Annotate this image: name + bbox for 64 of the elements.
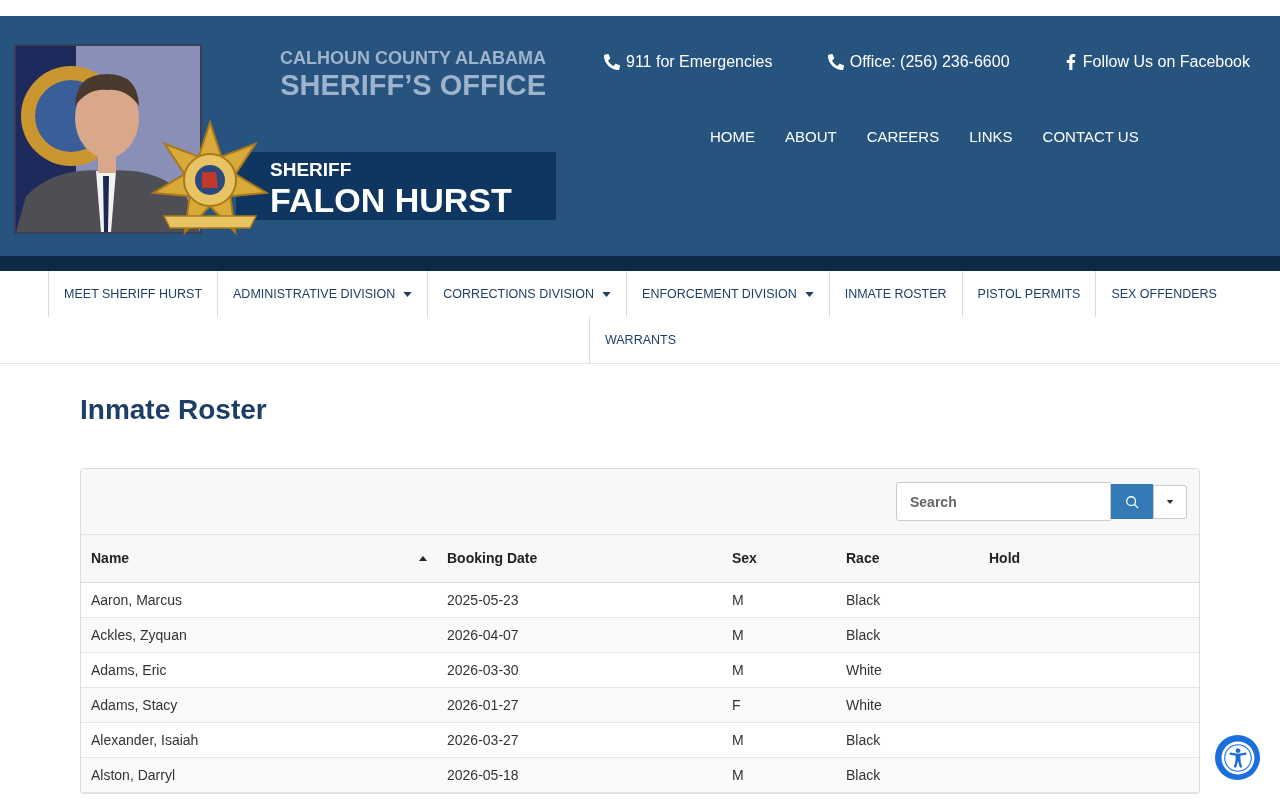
table-cell: M xyxy=(732,732,744,748)
accessibility-button[interactable] xyxy=(1215,735,1260,780)
table-cell: Adams, Stacy xyxy=(91,697,178,713)
main-nav-tab[interactable]: ADMINISTRATIVE DIVISION xyxy=(217,271,428,317)
accessibility-icon xyxy=(1220,740,1255,775)
table-cell: M xyxy=(732,627,744,643)
facebook-link[interactable]: Follow Us on Facebook xyxy=(1064,50,1250,74)
county-title: CALHOUN COUNTY ALABAMA xyxy=(280,48,546,68)
main-nav-tab[interactable]: INMATE ROSTER xyxy=(828,271,962,317)
phone-link[interactable]: Office: (256) 236-6600 xyxy=(827,50,1010,74)
sort-up-icon xyxy=(419,556,427,561)
caret-icon xyxy=(602,291,612,297)
search-button[interactable] xyxy=(1111,484,1153,519)
caret-icon xyxy=(804,291,814,297)
top-nav-link[interactable]: CAREERS xyxy=(866,126,940,149)
table-cell: 2026-03-30 xyxy=(447,662,519,678)
sheriff-name: FALON HURST xyxy=(270,180,512,220)
table-cell: M xyxy=(732,592,744,608)
table-cell: Black xyxy=(846,592,881,608)
phone-icon xyxy=(827,54,844,70)
column-header[interactable]: Booking Date xyxy=(437,535,722,582)
table-cell: Aaron, Marcus xyxy=(91,592,183,608)
table-cell: Black xyxy=(846,627,881,643)
top-nav-link[interactable]: CONTACT US xyxy=(1042,126,1139,149)
table-cell: Ackles, Zyquan xyxy=(91,627,187,643)
table-cell: 2026-05-18 xyxy=(447,767,519,783)
main-nav-tab[interactable]: WARRANTS xyxy=(588,317,692,363)
main-nav-tab[interactable]: MEET SHERIFF HURST xyxy=(48,271,218,317)
page-title: Inmate Roster xyxy=(80,393,268,427)
table-cell: Black xyxy=(846,732,881,748)
table-cell: 2026-03-27 xyxy=(447,732,519,748)
table-cell: Alexander, Isaiah xyxy=(91,732,199,748)
main-nav-tab[interactable]: ENFORCEMENT DIVISION xyxy=(626,271,829,317)
top-nav-link[interactable]: LINKS xyxy=(969,126,1013,149)
sheriff-rank: SHERIFF xyxy=(270,160,353,180)
table-cell: 2026-04-07 xyxy=(447,627,519,643)
table-cell: Black xyxy=(846,767,881,783)
table-cell: M xyxy=(732,767,744,783)
table-cell: Adams, Eric xyxy=(91,662,167,678)
table-cell: Alston, Darryl xyxy=(91,767,176,783)
main-nav-tab[interactable]: PISTOL PERMITS xyxy=(961,271,1096,317)
main-nav-tab[interactable]: SEX OFFENDERS xyxy=(1095,271,1232,317)
search-icon xyxy=(1125,494,1139,509)
main-nav-tab[interactable]: CORRECTIONS DIVISION xyxy=(427,271,627,317)
table-cell: 2025-05-23 xyxy=(447,592,519,608)
column-header[interactable]: Hold xyxy=(979,535,1199,582)
phone-icon xyxy=(604,54,620,70)
table-cell: White xyxy=(846,697,882,713)
table-cell: 2026-01-27 xyxy=(447,697,519,713)
table-cell: White xyxy=(846,662,882,678)
facebook-icon xyxy=(1064,54,1077,70)
table-cell: M xyxy=(732,662,744,678)
phone-link[interactable]: 911 for Emergencies xyxy=(604,50,773,74)
table-cell: F xyxy=(732,697,741,713)
column-header[interactable]: Name xyxy=(81,535,437,582)
office-title: SHERIFF’S OFFICE xyxy=(280,68,546,102)
top-nav-link[interactable]: ABOUT xyxy=(785,126,837,149)
column-header[interactable]: Sex xyxy=(722,535,836,582)
top-nav-link[interactable]: HOME xyxy=(710,126,755,149)
column-header[interactable]: Race xyxy=(836,535,979,582)
caret-icon xyxy=(403,291,413,297)
search-field[interactable]: Search xyxy=(896,482,1111,521)
options-dropdown-button[interactable] xyxy=(1153,484,1187,519)
caret-icon xyxy=(1166,499,1174,504)
